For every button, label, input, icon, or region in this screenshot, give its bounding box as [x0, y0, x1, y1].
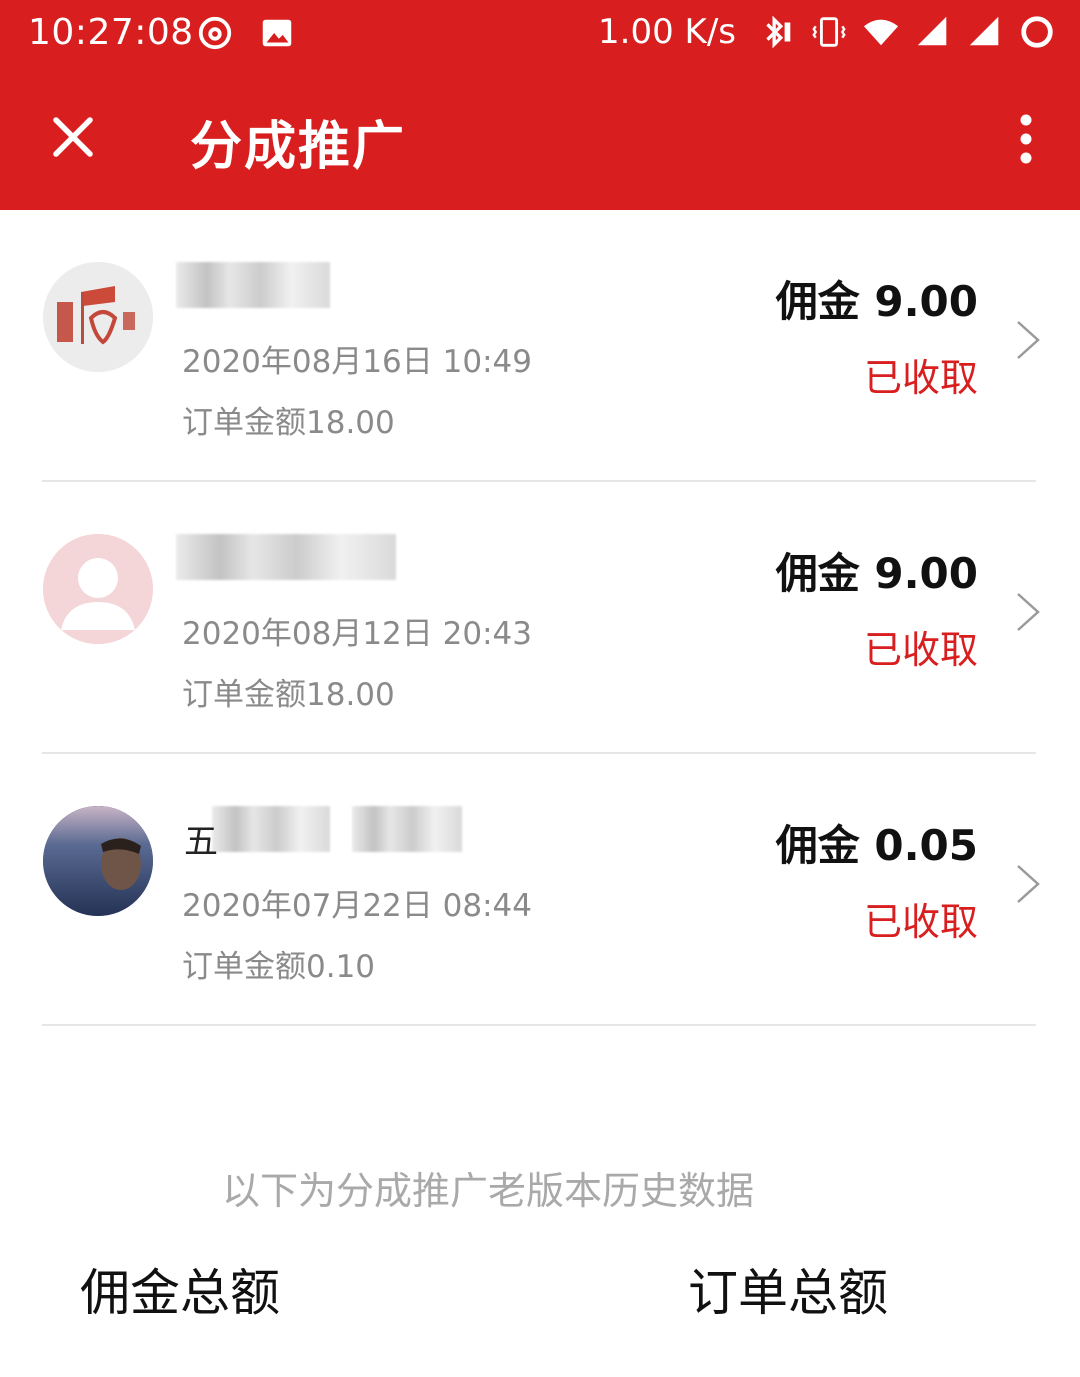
page-title: 分成推广	[190, 117, 407, 177]
order-amount: 订单金额0.10	[182, 949, 376, 985]
default-person-icon	[43, 534, 153, 644]
status-label: 已收取	[863, 356, 978, 400]
history-note: 以下为分成推广老版本历史数据	[221, 1169, 754, 1213]
status-time: 10:27:08	[28, 12, 194, 53]
order-date: 2020年08月16日 10:49	[182, 344, 532, 380]
user-name: 五	[184, 822, 218, 862]
list-item[interactable]: 2020年08月16日 10:49 订单金额18.00 佣金 9.00 已收取	[0, 210, 1080, 482]
total-orders-label: 订单总额	[688, 1264, 888, 1322]
commission-amount: 佣金 9.00	[775, 277, 978, 326]
status-left-icons	[196, 14, 296, 52]
chevron-right-icon	[1017, 593, 1040, 631]
order-amount: 订单金额18.00	[182, 405, 395, 441]
bluetooth-icon	[766, 15, 791, 49]
battery-ring-icon	[1021, 16, 1053, 48]
netease-music-icon	[198, 16, 232, 50]
app-bar: 分成推广	[0, 70, 1080, 210]
avatar	[43, 262, 153, 372]
chevron-right-icon	[1017, 865, 1040, 903]
name-redacted	[212, 806, 330, 852]
status-label: 已收取	[863, 628, 978, 672]
status-label: 已收取	[863, 900, 978, 944]
order-date: 2020年08月12日 20:43	[182, 616, 532, 652]
photo-avatar-icon	[43, 806, 153, 916]
signal-icon-2	[969, 16, 999, 46]
commission-amount: 佣金 0.05	[775, 821, 978, 870]
status-right: 1.00 K/s	[598, 12, 1056, 52]
list-item[interactable]: 2020年08月12日 20:43 订单金额18.00 佣金 9.00 已收取	[0, 482, 1080, 754]
avatar	[43, 806, 153, 916]
commission-amount: 佣金 9.00	[775, 549, 978, 598]
vibrate-icon	[812, 17, 846, 47]
status-bar: 10:27:08 1.00 K/s	[0, 0, 1080, 70]
order-date: 2020年07月22日 08:44	[182, 888, 532, 924]
close-icon[interactable]	[40, 104, 106, 170]
divider	[42, 1024, 1036, 1026]
network-speed: 1.00 K/s	[598, 12, 736, 52]
badge-avatar-icon	[43, 262, 153, 372]
image-icon	[262, 19, 292, 47]
name-redacted	[176, 534, 396, 580]
more-vert-icon[interactable]	[1006, 106, 1046, 172]
order-amount: 订单金额18.00	[182, 677, 395, 713]
avatar	[43, 534, 153, 644]
chevron-right-icon	[1017, 321, 1040, 359]
commission-list: 2020年08月16日 10:49 订单金额18.00 佣金 9.00 已收取 …	[0, 210, 1080, 1026]
total-commission-label: 佣金总额	[80, 1264, 280, 1322]
list-item[interactable]: 五 2020年07月22日 08:44 订单金额0.10 佣金 0.05 已收取	[0, 754, 1080, 1026]
signal-icon	[917, 16, 947, 46]
name-redacted	[352, 806, 462, 852]
wifi-icon	[863, 19, 899, 46]
name-redacted	[176, 262, 330, 308]
